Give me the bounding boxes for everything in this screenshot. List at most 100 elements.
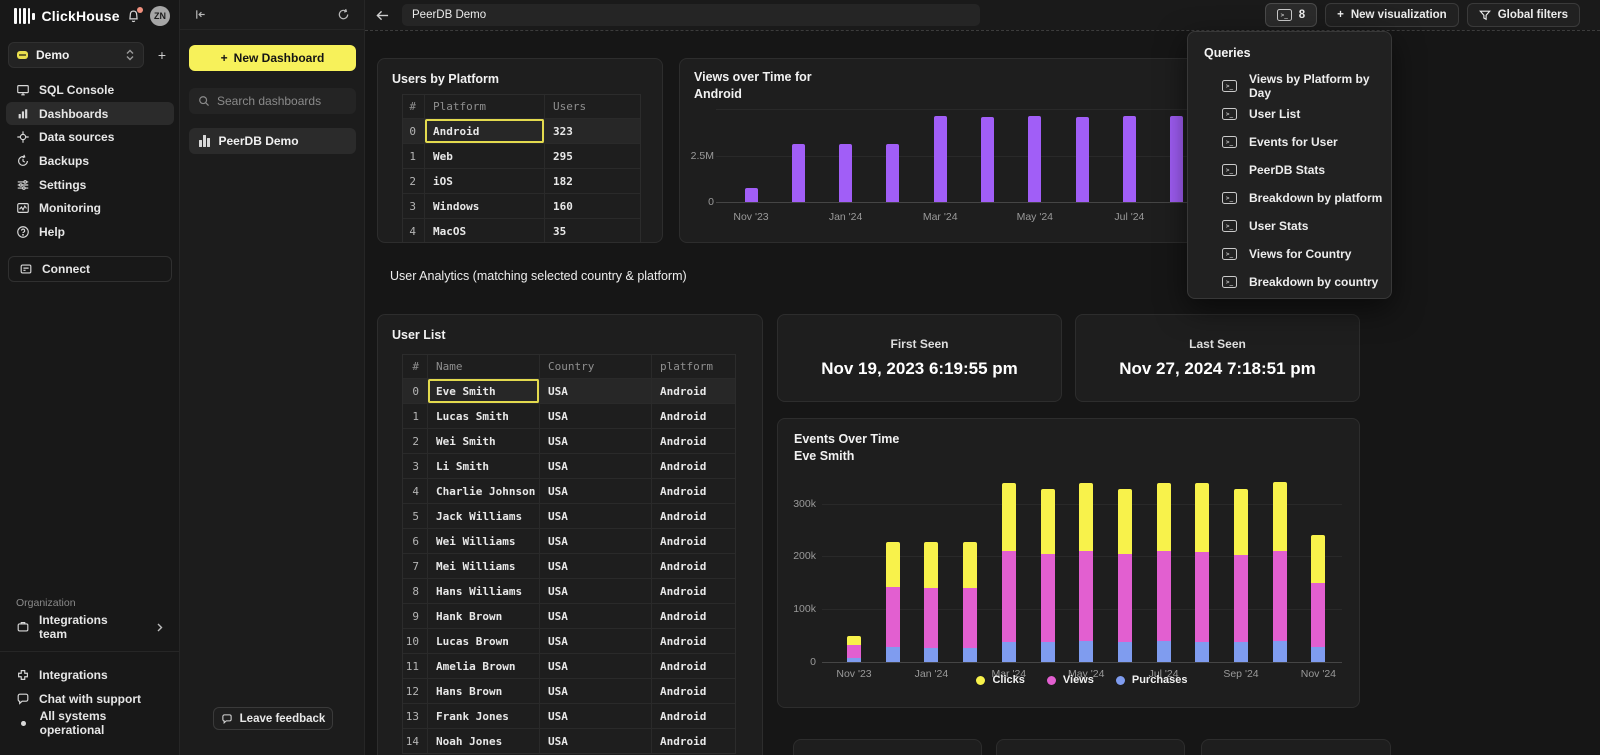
- query-item[interactable]: >_Views for Country: [1204, 240, 1391, 268]
- views-bar[interactable]: [1028, 116, 1041, 202]
- views-bar[interactable]: [934, 116, 947, 202]
- table-cell[interactable]: 2: [403, 429, 428, 453]
- table-row[interactable]: 3Windows160: [403, 194, 640, 219]
- table-cell[interactable]: Android: [652, 529, 735, 553]
- table-row[interactable]: 1Web295: [403, 144, 640, 169]
- dashboard-title-input[interactable]: [402, 4, 980, 26]
- clicks-bar-segment[interactable]: [886, 542, 900, 587]
- views-bar-segment[interactable]: [1273, 551, 1287, 641]
- purchases-bar-segment[interactable]: [1079, 641, 1093, 662]
- table-cell[interactable]: USA: [540, 554, 652, 578]
- views-bar[interactable]: [1076, 117, 1089, 202]
- table-cell[interactable]: Noah Jones: [428, 729, 540, 753]
- table-cell[interactable]: Lucas Brown: [428, 629, 540, 653]
- query-item[interactable]: >_Breakdown by platform: [1204, 184, 1391, 212]
- views-bar-segment[interactable]: [1195, 552, 1209, 642]
- views-bar-segment[interactable]: [1118, 554, 1132, 642]
- views-bar-segment[interactable]: [963, 588, 977, 648]
- dashboard-list-item[interactable]: PeerDB Demo: [189, 128, 356, 154]
- views-bar-segment[interactable]: [1079, 551, 1093, 641]
- table-cell[interactable]: Android: [652, 454, 735, 478]
- query-item[interactable]: >_Breakdown by country: [1204, 268, 1391, 296]
- table-cell[interactable]: USA: [540, 504, 652, 528]
- clicks-bar-segment[interactable]: [1195, 483, 1209, 553]
- table-cell[interactable]: 2: [403, 169, 425, 193]
- new-dashboard-button[interactable]: + New Dashboard: [189, 45, 356, 71]
- table-row[interactable]: 2Wei SmithUSAAndroid: [403, 429, 735, 454]
- views-bar[interactable]: [886, 144, 899, 202]
- sidebar-item-dashboards[interactable]: Dashboards: [6, 102, 174, 126]
- purchases-bar-segment[interactable]: [963, 648, 977, 662]
- views-bar-segment[interactable]: [1157, 551, 1171, 641]
- clicks-bar-segment[interactable]: [963, 542, 977, 588]
- purchases-bar-segment[interactable]: [1311, 647, 1325, 662]
- table-cell[interactable]: Wei Williams: [428, 529, 540, 553]
- table-row[interactable]: 4MacOS35: [403, 219, 640, 243]
- sidebar-item-settings[interactable]: Settings: [6, 173, 174, 197]
- queries-count-button[interactable]: >_ 8: [1265, 3, 1317, 27]
- clicks-bar-segment[interactable]: [924, 542, 938, 588]
- table-row[interactable]: 12Hans BrownUSAAndroid: [403, 679, 735, 704]
- table-row[interactable]: 5Jack WilliamsUSAAndroid: [403, 504, 735, 529]
- table-cell[interactable]: Android: [652, 679, 735, 703]
- purchases-bar-segment[interactable]: [1195, 642, 1209, 662]
- table-cell[interactable]: Frank Jones: [428, 704, 540, 728]
- table-cell[interactable]: Android: [652, 729, 735, 753]
- table-row[interactable]: 4Charlie JohnsonUSAAndroid: [403, 479, 735, 504]
- table-cell[interactable]: Lucas Smith: [428, 404, 540, 428]
- table-cell[interactable]: 6: [403, 529, 428, 553]
- query-item[interactable]: >_Views by Platform by Day: [1204, 72, 1391, 100]
- views-bar[interactable]: [1123, 116, 1136, 202]
- notifications-bell-icon[interactable]: [126, 9, 141, 24]
- views-bar-segment[interactable]: [1234, 555, 1248, 642]
- table-row[interactable]: 13Frank JonesUSAAndroid: [403, 704, 735, 729]
- workspace-select[interactable]: Demo: [8, 42, 144, 68]
- table-cell[interactable]: 14: [403, 729, 428, 753]
- table-cell[interactable]: 13: [403, 704, 428, 728]
- clicks-bar-segment[interactable]: [1041, 489, 1055, 554]
- views-bar-segment[interactable]: [847, 645, 861, 658]
- table-cell[interactable]: USA: [540, 404, 652, 428]
- views-bar[interactable]: [745, 188, 758, 202]
- table-cell[interactable]: 295: [545, 144, 640, 168]
- clicks-bar-segment[interactable]: [1234, 489, 1248, 555]
- table-row[interactable]: 7Mei WilliamsUSAAndroid: [403, 554, 735, 579]
- query-item[interactable]: >_Events for User: [1204, 128, 1391, 156]
- purchases-bar-segment[interactable]: [886, 647, 900, 662]
- table-cell[interactable]: USA: [540, 604, 652, 628]
- views-bar-segment[interactable]: [1311, 583, 1325, 647]
- leave-feedback-button[interactable]: Leave feedback: [213, 707, 333, 730]
- table-cell[interactable]: Android: [652, 504, 735, 528]
- clicks-bar-segment[interactable]: [1118, 489, 1132, 554]
- table-cell[interactable]: Android: [652, 429, 735, 453]
- table-cell[interactable]: 35: [545, 219, 640, 243]
- table-cell[interactable]: 12: [403, 679, 428, 703]
- table-cell[interactable]: Amelia Brown: [428, 654, 540, 678]
- table-cell[interactable]: 11: [403, 654, 428, 678]
- table-cell[interactable]: 5: [403, 504, 428, 528]
- views-bar-segment[interactable]: [924, 588, 938, 648]
- table-row[interactable]: 6Wei WilliamsUSAAndroid: [403, 529, 735, 554]
- table-cell[interactable]: USA: [540, 679, 652, 703]
- global-filters-button[interactable]: Global filters: [1467, 3, 1580, 27]
- clicks-bar-segment[interactable]: [1273, 482, 1287, 552]
- table-cell[interactable]: USA: [540, 479, 652, 503]
- views-bar[interactable]: [792, 144, 805, 202]
- refresh-icon[interactable]: [337, 8, 350, 21]
- table-row[interactable]: 0Android323: [403, 119, 640, 144]
- table-cell[interactable]: Mei Williams: [428, 554, 540, 578]
- purchases-bar-segment[interactable]: [1002, 642, 1016, 662]
- table-cell[interactable]: 1: [403, 404, 428, 428]
- table-cell[interactable]: Wei Smith: [428, 429, 540, 453]
- table-row[interactable]: 9Hank BrownUSAAndroid: [403, 604, 735, 629]
- table-cell[interactable]: USA: [540, 729, 652, 753]
- table-cell[interactable]: Charlie Johnson: [428, 479, 540, 503]
- sidebar-item-connect[interactable]: Connect: [8, 256, 172, 282]
- table-cell[interactable]: Android: [652, 604, 735, 628]
- query-item[interactable]: >_User List: [1204, 100, 1391, 128]
- table-cell[interactable]: 182: [545, 169, 640, 193]
- table-cell[interactable]: Jack Williams: [428, 504, 540, 528]
- back-arrow-icon[interactable]: [375, 9, 390, 22]
- table-row[interactable]: 10Lucas BrownUSAAndroid: [403, 629, 735, 654]
- table-cell[interactable]: Web: [425, 144, 545, 168]
